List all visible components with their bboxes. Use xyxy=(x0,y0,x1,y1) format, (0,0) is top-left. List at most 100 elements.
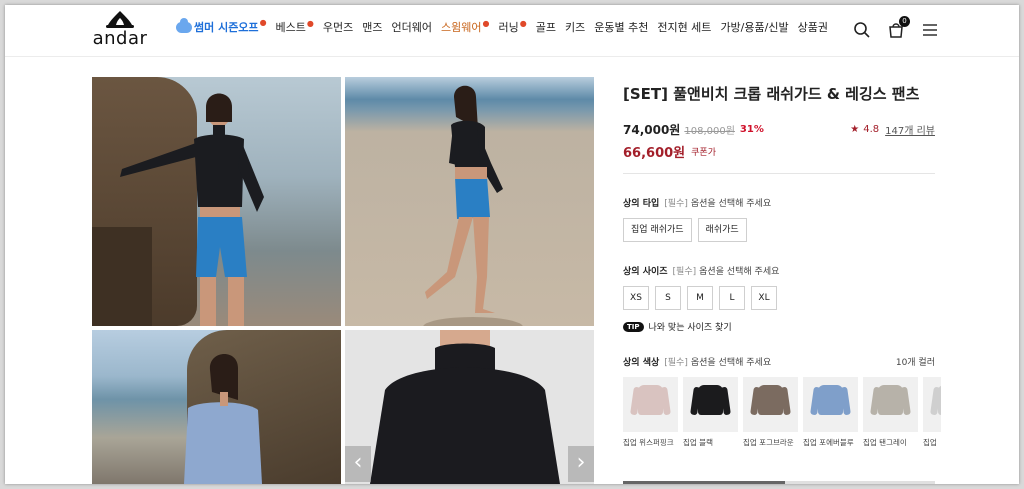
new-dot-icon: ● xyxy=(482,19,490,28)
menu-icon[interactable] xyxy=(921,21,939,39)
size-m-button[interactable]: M xyxy=(687,286,713,310)
model-figure xyxy=(423,85,523,326)
new-dot-icon: ● xyxy=(519,19,527,28)
product-photo-3[interactable] xyxy=(92,330,341,484)
color-option-4[interactable]: 집업 탠그레이 xyxy=(863,377,918,448)
nav-item-12[interactable]: 상품권 xyxy=(798,19,828,35)
option-rashguard[interactable]: 래쉬가드 xyxy=(697,218,747,242)
nav-item-10[interactable]: 전지현 세트 xyxy=(657,19,711,35)
size-l-button[interactable]: L xyxy=(719,286,745,310)
nav-item-1[interactable]: 베스트● xyxy=(276,19,314,35)
color-swatch xyxy=(743,377,798,432)
gallery-prev-button[interactable]: ‹ xyxy=(345,446,371,482)
garment-shape xyxy=(818,385,843,415)
color-swatch xyxy=(623,377,678,432)
search-icon[interactable] xyxy=(853,21,871,39)
required-tag: [필수] xyxy=(664,199,688,209)
nav-item-label: 골프 xyxy=(535,21,556,34)
discount-rate: 31% xyxy=(739,124,764,135)
nav-item-8[interactable]: 키즈 xyxy=(565,19,585,35)
nav-item-5[interactable]: 스윔웨어● xyxy=(441,19,489,35)
model-figure xyxy=(120,93,264,326)
nav-item-label: 맨즈 xyxy=(362,21,383,34)
color-count: 10개 컬러 xyxy=(895,358,935,368)
nav-item-4[interactable]: 언더웨어 xyxy=(392,19,432,35)
size-finder-text: 나와 맞는 사이즈 찾기 xyxy=(648,323,732,333)
model-figure xyxy=(184,353,262,484)
garment-shape xyxy=(638,385,663,415)
nav-item-7[interactable]: 골프 xyxy=(536,19,556,35)
nav-item-2[interactable]: 우먼즈 xyxy=(323,19,353,35)
top-type-label: 상의 타입 xyxy=(623,199,660,209)
nav-item-11[interactable]: 가방/용품/신발 xyxy=(720,19,788,35)
divider xyxy=(623,173,935,174)
top-color-label-row: 상의 색상 [필수] 옵션을 선택해 주세요 10개 컬러 xyxy=(623,355,935,368)
nav-item-label: 러닝 xyxy=(498,21,519,34)
product-title: [SET] 풀앤비치 크롭 래쉬가드 & 레깅스 팬츠 xyxy=(623,85,920,103)
color-swatch xyxy=(683,377,738,432)
cart-icon[interactable]: 0 xyxy=(887,16,910,39)
top-size-label-row: 상의 사이즈 [필수] 옵션을 선택해 주세요 xyxy=(623,264,935,277)
coupon-price: 66,600원 xyxy=(623,146,686,161)
size-xs-button[interactable]: XS xyxy=(623,286,649,310)
color-swatch xyxy=(923,377,941,432)
new-dot-icon: ● xyxy=(259,17,267,27)
color-option-3[interactable]: 집업 포에버블루 xyxy=(803,377,858,448)
nav-item-label: 썸머 시즌오프 xyxy=(194,21,259,34)
browser-viewport: andar 썸머 시즌오프 ● 베스트● 우먼즈 맨즈 언더웨어 스윔웨어● 러닝● 골프 키즈 운… xyxy=(5,5,1019,484)
color-name: 집업 블랙 xyxy=(683,438,713,447)
top-color-label: 상의 색상 xyxy=(623,358,660,368)
nav-item-3[interactable]: 맨즈 xyxy=(362,19,382,35)
coupon-label: 쿠폰가 xyxy=(691,148,716,158)
product-photo-1[interactable] xyxy=(92,77,341,326)
nav-item-label: 가방/용품/신발 xyxy=(720,21,789,34)
size-finder-link[interactable]: TIP 나와 맞는 사이즈 찾기 xyxy=(623,320,935,333)
nav-item-label: 키즈 xyxy=(564,21,586,34)
star-icon: ★ xyxy=(850,124,860,135)
color-option-0[interactable]: 집업 위스퍼핑크 xyxy=(623,377,678,448)
garment-shape xyxy=(878,385,903,415)
header-icons: 0 xyxy=(837,16,939,39)
color-name: 집업 xyxy=(923,438,937,447)
color-option-1[interactable]: 집업 블랙 xyxy=(683,377,738,448)
sale-price: 74,000원 xyxy=(623,123,681,137)
garment-shape xyxy=(938,385,941,415)
nav-item-0[interactable]: 썸머 시즌오프 ● xyxy=(176,17,267,35)
color-swatch xyxy=(863,377,918,432)
tip-badge: TIP xyxy=(623,321,644,332)
color-option-5[interactable]: 집업 xyxy=(923,377,941,448)
color-options: 집업 위스퍼핑크 집업 블랙 집업 포그브라운 집업 포에버블루 집업 탠그레이 집업 xyxy=(623,377,941,448)
rating-summary: ★ 4.8 147개 리뷰 xyxy=(850,122,935,137)
product-photo-2[interactable] xyxy=(345,77,594,326)
nav-item-6[interactable]: 러닝● xyxy=(498,19,526,35)
nav-item-label: 전지현 세트 xyxy=(657,21,712,34)
gallery-next-button[interactable]: › xyxy=(568,446,594,482)
top-size-label: 상의 사이즈 xyxy=(623,267,668,277)
garment-shape xyxy=(758,385,783,415)
product-info-panel: [SET] 풀앤비치 크롭 래쉬가드 & 레깅스 팬츠 74,000원 108,… xyxy=(623,83,941,448)
logo-text: andar xyxy=(92,28,148,49)
size-s-button[interactable]: S xyxy=(655,286,681,310)
option-zipup-rashguard[interactable]: 집업 래쉬가드 xyxy=(623,218,692,242)
garment-shape xyxy=(698,385,723,415)
size-xl-button[interactable]: XL xyxy=(751,286,777,310)
reviews-link[interactable]: 147개 리뷰 xyxy=(885,122,935,137)
nav-item-label: 베스트 xyxy=(275,21,306,34)
cart-count-badge: 0 xyxy=(899,16,910,27)
nav-item-label: 상품권 xyxy=(797,21,828,34)
nav-item-9[interactable]: 운동별 추천 xyxy=(594,19,648,35)
nav-item-label: 언더웨어 xyxy=(391,21,433,34)
main-nav: 썸머 시즌오프 ● 베스트● 우먼즈 맨즈 언더웨어 스윔웨어● 러닝● 골프 키즈 운동별 추천 전… xyxy=(176,17,837,35)
scrollbar-thumb[interactable] xyxy=(623,481,785,484)
site-header: andar 썸머 시즌오프 ● 베스트● 우먼즈 맨즈 언더웨어 스윔웨어● 러닝● 골프 키즈 운… xyxy=(5,5,1019,57)
color-swatch xyxy=(803,377,858,432)
andar-logo[interactable]: andar xyxy=(92,9,148,49)
option-hint: 옵션을 선택해 주세요 xyxy=(690,358,772,368)
top-type-options: 집업 래쉬가드 래쉬가드 xyxy=(623,218,935,242)
color-name: 집업 위스퍼핑크 xyxy=(623,438,674,447)
coupon-row: 66,600원 쿠폰가 xyxy=(623,142,935,161)
color-name: 집업 포그브라운 xyxy=(743,438,794,447)
product-photo-4[interactable]: ‹ › xyxy=(345,330,594,484)
color-scrollbar[interactable] xyxy=(623,481,935,484)
color-option-2[interactable]: 집업 포그브라운 xyxy=(743,377,798,448)
